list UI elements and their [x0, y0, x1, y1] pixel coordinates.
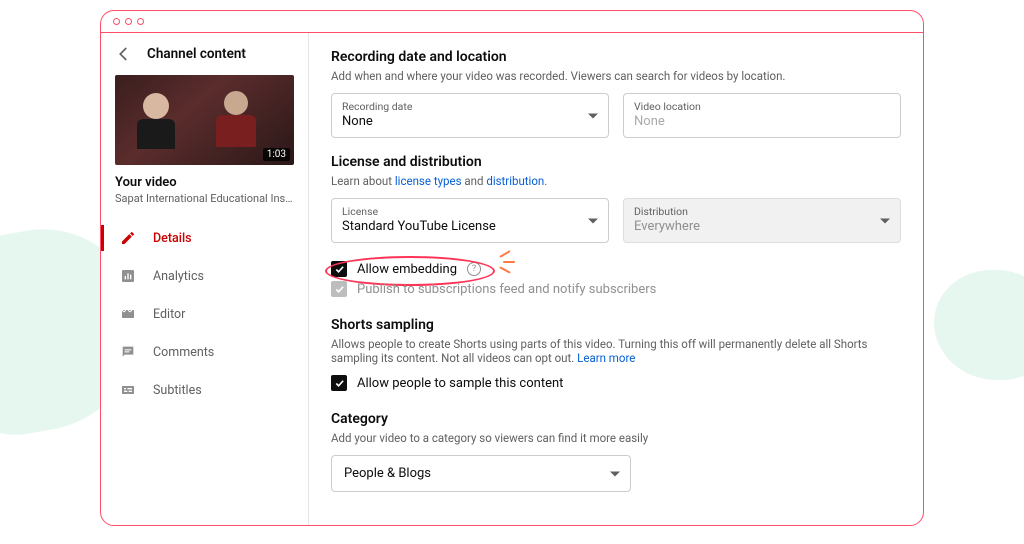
sidebar-item-details[interactable]: Details: [101, 219, 308, 257]
sidebar-item-analytics[interactable]: Analytics: [101, 257, 308, 295]
learn-more-link[interactable]: Learn more: [577, 351, 635, 365]
license-select[interactable]: License Standard YouTube License: [331, 198, 609, 243]
allow-sampling-checkbox[interactable]: [331, 375, 347, 391]
field-value: None: [342, 114, 598, 129]
your-video-subtitle: Sapat International Educational Insti...: [101, 190, 308, 213]
window-dot: [113, 18, 120, 25]
license-types-link[interactable]: license types: [395, 174, 462, 188]
license-desc: Learn about license types and distributi…: [331, 174, 901, 188]
category-heading: Category: [331, 411, 901, 427]
recording-desc: Add when and where your video was record…: [331, 69, 901, 83]
field-value: Standard YouTube License: [342, 219, 598, 234]
app-window: Channel content 1:03 Your video Sapat In…: [100, 10, 924, 526]
recording-heading: Recording date and location: [331, 49, 901, 65]
pencil-icon: [119, 229, 137, 247]
category-select[interactable]: People & Blogs: [331, 455, 631, 492]
publish-feed-checkbox: [331, 281, 347, 297]
subtitles-icon: [119, 381, 137, 399]
allow-embedding-row: Allow embedding ?: [331, 261, 901, 277]
video-thumbnail[interactable]: 1:03: [115, 75, 294, 165]
field-label: License: [342, 205, 598, 218]
field-label: Video location: [634, 100, 890, 113]
field-value: Everywhere: [634, 219, 890, 234]
chevron-down-icon: [588, 113, 598, 118]
page-title: Channel content: [147, 46, 246, 62]
sidebar-item-subtitles[interactable]: Subtitles: [101, 371, 308, 409]
video-location-input[interactable]: Video location None: [623, 93, 901, 138]
publish-feed-label: Publish to subscriptions feed and notify…: [357, 282, 656, 297]
sidebar: Channel content 1:03 Your video Sapat In…: [101, 33, 309, 525]
sidebar-item-label: Editor: [153, 307, 185, 322]
help-icon[interactable]: ?: [467, 262, 481, 276]
license-heading: License and distribution: [331, 154, 901, 170]
field-label: Distribution: [634, 205, 890, 218]
your-video-label: Your video: [101, 175, 308, 190]
text: and: [462, 174, 487, 188]
main-content: Recording date and location Add when and…: [309, 33, 923, 525]
field-value: People & Blogs: [344, 466, 431, 481]
video-duration: 1:03: [263, 148, 290, 161]
back-arrow-icon[interactable]: [115, 45, 133, 63]
editor-icon: [119, 305, 137, 323]
sidebar-item-editor[interactable]: Editor: [101, 295, 308, 333]
sidebar-nav: Details Analytics Editor Comments Subtit…: [101, 219, 308, 409]
category-desc: Add your video to a category so viewers …: [331, 431, 901, 445]
allow-embedding-checkbox[interactable]: [331, 261, 347, 277]
allow-sampling-label: Allow people to sample this content: [357, 376, 563, 391]
sidebar-item-label: Subtitles: [153, 383, 202, 398]
recording-date-select[interactable]: Recording date None: [331, 93, 609, 138]
analytics-icon: [119, 267, 137, 285]
comments-icon: [119, 343, 137, 361]
chevron-down-icon: [588, 218, 598, 223]
text: Learn about: [331, 174, 395, 188]
window-dot: [137, 18, 144, 25]
shorts-desc: Allows people to create Shorts using par…: [331, 337, 901, 365]
window-titlebar: [101, 11, 923, 33]
field-placeholder: None: [634, 114, 890, 129]
chevron-down-icon: [880, 218, 890, 223]
sidebar-item-label: Details: [153, 231, 192, 246]
chevron-down-icon: [610, 471, 620, 476]
distribution-select: Distribution Everywhere: [623, 198, 901, 243]
shorts-heading: Shorts sampling: [331, 317, 901, 333]
field-label: Recording date: [342, 100, 598, 113]
allow-embedding-label: Allow embedding: [357, 262, 457, 277]
sidebar-item-label: Analytics: [153, 269, 204, 284]
distribution-link[interactable]: distribution: [486, 174, 544, 188]
allow-sampling-row: Allow people to sample this content: [331, 375, 901, 391]
window-dot: [125, 18, 132, 25]
sidebar-item-comments[interactable]: Comments: [101, 333, 308, 371]
publish-feed-row: Publish to subscriptions feed and notify…: [331, 281, 901, 297]
sidebar-item-label: Comments: [153, 345, 214, 360]
